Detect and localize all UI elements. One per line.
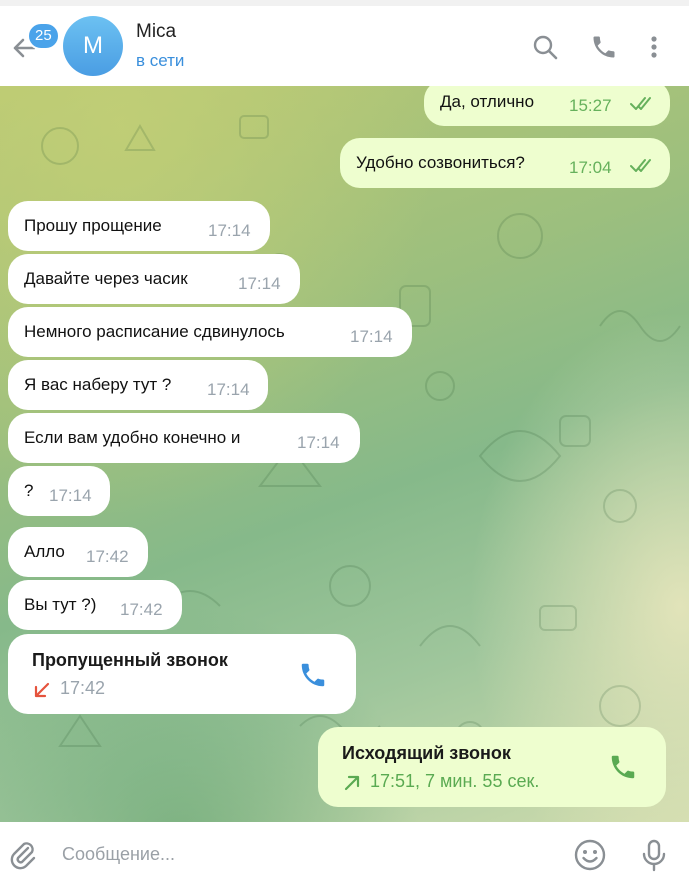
- unread-badge: 25: [27, 22, 60, 50]
- arrow-up-right-icon: [344, 775, 360, 791]
- message-text: Алло: [24, 542, 65, 561]
- message-text: Да, отлично: [440, 92, 535, 111]
- arrow-down-left-icon: [34, 682, 50, 698]
- message-text: ?: [24, 481, 34, 500]
- message-text: Я вас наберу тут ?: [24, 375, 172, 394]
- search-icon[interactable]: [531, 33, 559, 61]
- message-text: Немного расписание сдвинулось: [24, 322, 285, 341]
- incoming-message[interactable]: Прошу прощение 17:14: [8, 201, 270, 251]
- message-time: 17:42: [86, 547, 129, 566]
- chat-header: 25 M Mica в сети: [0, 6, 689, 86]
- read-checkmarks-icon: [630, 159, 651, 172]
- missed-call-message[interactable]: Пропущенный звонок 17:42: [8, 634, 356, 714]
- online-status: в сети: [136, 51, 185, 70]
- incoming-message[interactable]: Немного расписание сдвинулось 17:14: [8, 307, 412, 357]
- chat-area[interactable]: Да, отлично 15:27 Удобно созвониться? 17…: [0, 86, 689, 822]
- read-checkmarks-icon: [630, 97, 651, 110]
- incoming-message[interactable]: Алло 17:42: [8, 527, 148, 577]
- incoming-message[interactable]: Если вам удобно конечно и 17:14: [8, 413, 360, 463]
- call-title: Пропущенный звонок: [32, 650, 228, 670]
- call-back-phone-icon[interactable]: [298, 660, 328, 690]
- message-time: 17:14: [350, 327, 393, 346]
- incoming-message[interactable]: ? 17:14: [8, 466, 110, 516]
- call-title: Исходящий звонок: [342, 743, 511, 763]
- incoming-message[interactable]: Давайте через часик 17:14: [8, 254, 300, 304]
- message-composer: Сообщение...: [0, 822, 689, 884]
- message-time: 15:27: [569, 96, 612, 115]
- microphone-icon[interactable]: [637, 838, 671, 872]
- message-time: 17:14: [208, 221, 251, 240]
- message-text: Прошу прощение: [24, 216, 162, 235]
- message-text: Если вам удобно конечно и: [24, 428, 241, 447]
- message-input[interactable]: Сообщение...: [62, 844, 175, 865]
- call-time: 17:42: [60, 678, 106, 698]
- message-time: 17:14: [238, 274, 281, 293]
- more-options-icon[interactable]: [640, 33, 668, 61]
- incoming-message[interactable]: Вы тут ?) 17:42: [8, 580, 182, 630]
- emoji-icon[interactable]: [573, 838, 607, 872]
- contact-name[interactable]: Mica: [136, 21, 176, 43]
- outgoing-message[interactable]: Да, отлично 15:27: [424, 86, 670, 126]
- message-text: Давайте через часик: [24, 269, 188, 288]
- message-text: Удобно созвониться?: [356, 153, 525, 172]
- avatar[interactable]: M: [63, 16, 123, 76]
- message-time: 17:14: [207, 380, 250, 399]
- message-time: 17:14: [297, 433, 340, 452]
- phone-icon[interactable]: [590, 33, 618, 61]
- call-again-phone-icon[interactable]: [608, 752, 638, 782]
- call-time-duration: 17:51, 7 мин. 55 сек.: [370, 771, 540, 791]
- message-text: Вы тут ?): [24, 595, 97, 614]
- message-time: 17:04: [569, 158, 612, 177]
- outgoing-call-message[interactable]: Исходящий звонок 17:51, 7 мин. 55 сек.: [318, 727, 666, 807]
- message-time: 17:14: [49, 486, 92, 505]
- attach-paperclip-icon[interactable]: [6, 838, 40, 872]
- message-time: 17:42: [120, 600, 163, 619]
- incoming-message[interactable]: Я вас наберу тут ? 17:14: [8, 360, 268, 410]
- outgoing-message[interactable]: Удобно созвониться? 17:04: [340, 138, 670, 188]
